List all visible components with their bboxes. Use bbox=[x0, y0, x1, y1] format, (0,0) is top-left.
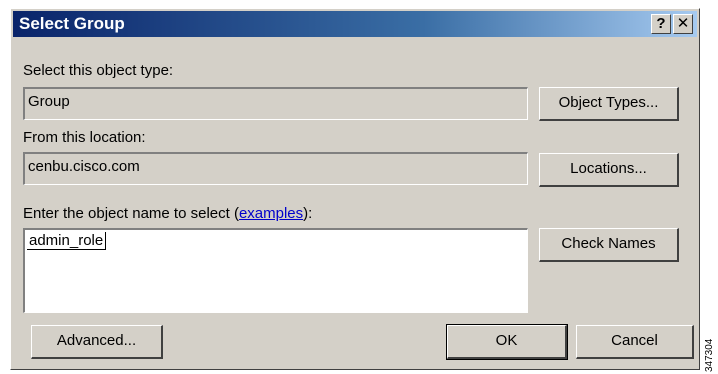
object-name-label: Enter the object name to select (example… bbox=[23, 205, 312, 222]
ok-button[interactable]: OK bbox=[446, 324, 568, 360]
close-icon: ✕ bbox=[676, 15, 690, 32]
location-field: cenbu.cisco.com bbox=[23, 152, 528, 185]
figure-id: 347304 bbox=[704, 338, 715, 372]
cancel-button[interactable]: Cancel bbox=[576, 325, 694, 359]
object-type-field: Group bbox=[23, 87, 528, 120]
location-value: cenbu.cisco.com bbox=[28, 158, 140, 175]
check-names-button[interactable]: Check Names bbox=[539, 228, 679, 262]
close-button[interactable]: ✕ bbox=[673, 14, 693, 34]
object-types-button[interactable]: Object Types... bbox=[539, 87, 679, 121]
locations-button[interactable]: Locations... bbox=[539, 153, 679, 187]
object-name-label-prefix: Enter the object name to select ( bbox=[23, 205, 239, 222]
dialog-title: Select Group bbox=[19, 14, 125, 33]
title-bar: Select Group ? ✕ bbox=[13, 11, 697, 37]
select-group-dialog: Select Group ? ✕ Select this object type… bbox=[10, 8, 700, 370]
object-name-entry: admin_role bbox=[27, 232, 107, 250]
help-button[interactable]: ? bbox=[651, 14, 671, 34]
examples-link[interactable]: examples bbox=[239, 205, 303, 222]
object-type-label: Select this object type: bbox=[23, 62, 174, 79]
location-label: From this location: bbox=[23, 129, 146, 146]
object-name-label-suffix: ): bbox=[303, 205, 313, 222]
advanced-button[interactable]: Advanced... bbox=[31, 325, 163, 359]
object-name-input[interactable]: admin_role bbox=[23, 228, 528, 313]
object-type-value: Group bbox=[28, 93, 70, 110]
help-icon: ? bbox=[656, 15, 666, 32]
